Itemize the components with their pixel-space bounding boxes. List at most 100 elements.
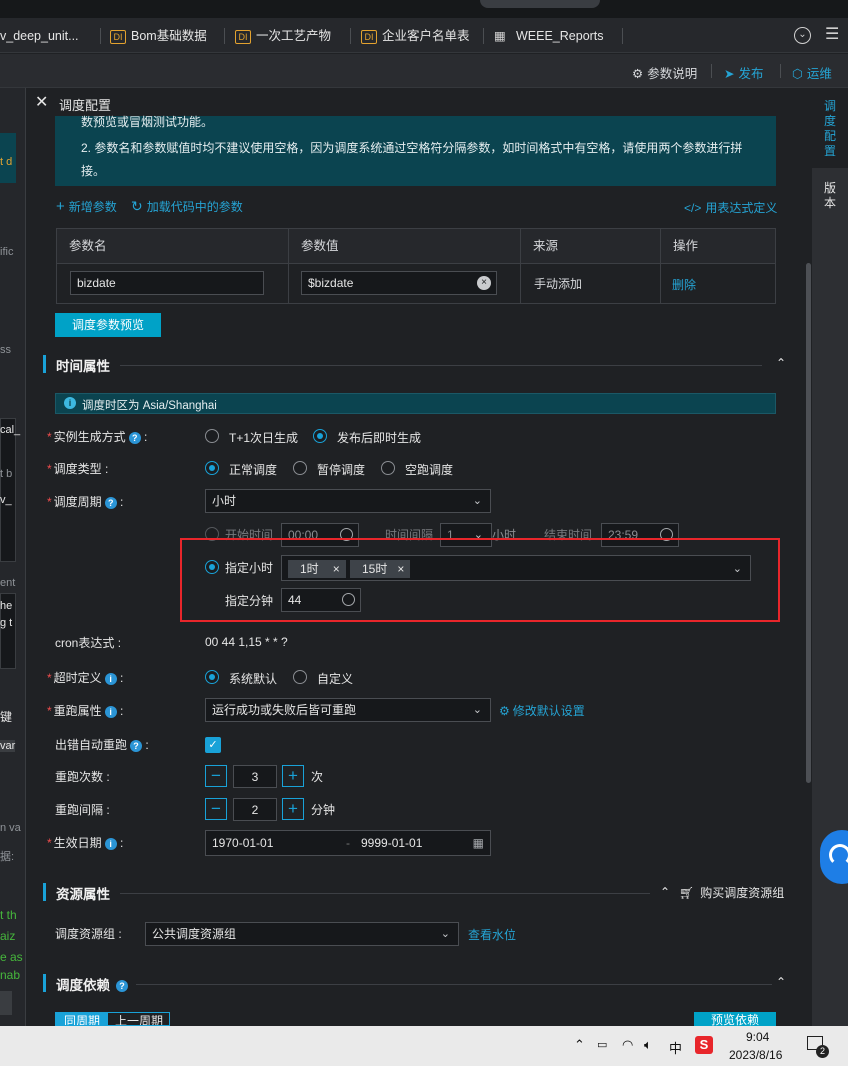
tab-same-period[interactable]: 同周期 [56, 1013, 108, 1025]
decrement-button[interactable]: − [205, 765, 227, 787]
editor-fragment: nab [0, 968, 21, 982]
help-icon: i [104, 837, 117, 850]
speaker-icon[interactable]: 🔈︎ [644, 1037, 652, 1053]
expression-define-label: 用表达式定义 [705, 201, 778, 215]
auto-rerun-checkbox[interactable]: ✓ [205, 737, 221, 753]
collapse-icon[interactable]: ⌃ [776, 356, 786, 370]
help-icon: ? [116, 980, 128, 993]
action-toolbar: ⚙ 参数说明 ➤ 发布 ⬡ 运维 [0, 54, 848, 88]
editor-fragment: 据: [0, 851, 15, 863]
section-divider [120, 893, 650, 894]
table-divider [520, 229, 521, 303]
sogou-icon[interactable]: S [695, 1036, 713, 1054]
editor-fragment: ific [0, 246, 14, 258]
rerun-interval-input[interactable]: 2 [233, 798, 277, 821]
rerun-count-unit: 次 [311, 770, 324, 784]
tab-item[interactable]: DI 企业客户名单表 [361, 26, 470, 46]
modify-default-button[interactable]: ⚙ 修改默认设置 [499, 702, 585, 719]
help-icon: ? [128, 431, 141, 444]
di-icon: DI [361, 29, 377, 44]
close-icon[interactable]: ✕ [35, 92, 48, 112]
collapse-icon[interactable]: ⌃ [776, 975, 786, 989]
editor-box [0, 991, 12, 1015]
radio-paused[interactable] [293, 461, 307, 475]
timezone-text: 调度时区为 Asia/Shanghai [82, 400, 217, 412]
radio-normal[interactable] [205, 461, 219, 475]
radio-system-default-label: 系统默认 [229, 672, 278, 686]
tab-item[interactable]: ▦ WEEE_Reports [494, 26, 604, 46]
radio-dryrun[interactable] [381, 461, 395, 475]
editor-fragment: t d [0, 156, 13, 168]
preview-dependency-button[interactable]: 预览依赖 [694, 1012, 776, 1026]
wifi-icon[interactable]: ◠ [622, 1037, 633, 1053]
instance-gen-label: * 实例生成方式? : [47, 430, 148, 444]
radio-custom[interactable] [293, 670, 307, 684]
tab-item[interactable]: DI Bom基础数据 [110, 26, 207, 46]
rail-tab-schedule[interactable]: 调度配置 [824, 99, 838, 159]
publish-button[interactable]: ➤ 发布 [724, 63, 764, 82]
cycle-select[interactable]: 小时 ⌄ [205, 489, 491, 513]
expression-define-button[interactable]: </> 用表达式定义 [684, 199, 777, 216]
editor-fragment: t th [0, 908, 17, 922]
plus-icon: + [56, 198, 65, 215]
load-params-button[interactable]: ↻ 加载代码中的参数 [131, 198, 243, 215]
rerun-select[interactable]: 运行成功或失败后皆可重跑 ⌄ [205, 698, 491, 722]
table-header: 来源 [521, 229, 660, 263]
timezone-banner: i 调度时区为 Asia/Shanghai [55, 393, 776, 414]
radio-paused-label: 暂停调度 [317, 463, 366, 477]
increment-button[interactable]: + [282, 798, 304, 820]
table-row-divider [57, 263, 775, 264]
radio-immediate[interactable] [313, 429, 327, 443]
menu-icon[interactable]: ☰ [825, 24, 839, 44]
refresh-icon: ↻ [131, 198, 143, 214]
rerun-interval-label: 重跑间隔 : [55, 803, 110, 817]
collapse-icon[interactable]: ⌃ [660, 885, 670, 899]
ops-button[interactable]: ⬡ 运维 [792, 63, 832, 82]
toolbar-divider [711, 64, 712, 78]
help-icon: i [104, 672, 117, 685]
help-float-button[interactable] [820, 830, 848, 884]
code-editor-pane: t d ific ss cal_ t b v_ ent he g t 键 var… [0, 88, 26, 1026]
effective-date-label: * 生效日期 i : [47, 836, 124, 850]
editor-fragment: cal_ [0, 424, 21, 436]
tab-prev-period[interactable]: 上一周期 [109, 1013, 169, 1025]
view-watermark-link[interactable]: 查看水位 [468, 926, 516, 943]
notice-text: 2. 参数名和参数赋值时均不建议使用空格，因为调度系统通过空格符分隔参数，如时间… [81, 141, 743, 155]
radio-t1[interactable] [205, 429, 219, 443]
decrement-button[interactable]: − [205, 798, 227, 820]
calendar-icon[interactable]: ▦ [473, 831, 484, 855]
radio-system-default[interactable] [205, 670, 219, 684]
rail-tab-version[interactable]: 版本 [824, 181, 838, 211]
tab-item[interactable]: DI 一次工艺产物 [235, 26, 331, 46]
chevron-down-icon: ⌄ [472, 704, 482, 716]
param-preview-button[interactable]: 调度参数预览 [55, 313, 161, 337]
ops-icon: ⬡ [792, 67, 803, 81]
add-param-button[interactable]: + 新增参数 [56, 198, 117, 215]
buy-group-button[interactable]: 🛒︎ 购买调度资源组 [679, 884, 784, 901]
section-divider [120, 365, 762, 366]
editor-fragment: aiz [0, 929, 16, 943]
notice-text: 接。 [81, 164, 106, 178]
increment-button[interactable]: + [282, 765, 304, 787]
editor-fragment: v_ [0, 494, 12, 506]
chevron-down-icon[interactable]: ⌄ [794, 27, 811, 44]
param-doc-button[interactable]: ⚙ 参数说明 [632, 63, 697, 82]
effective-date-range[interactable]: 1970-01-01 - 9999-01-01 ▦ [205, 830, 491, 856]
resource-group-label: 调度资源组 : [55, 927, 122, 941]
clock-date: 2023/8/16 [729, 1048, 783, 1062]
clear-icon[interactable]: × [477, 276, 491, 290]
battery-icon[interactable]: ▭ [597, 1038, 607, 1051]
scrollbar-thumb[interactable] [806, 263, 811, 783]
rerun-count-input[interactable]: 3 [233, 765, 277, 788]
param-name-input[interactable]: bizdate [70, 271, 264, 295]
effective-end: 9999-01-01 [361, 836, 423, 850]
ime-indicator[interactable]: 中 [669, 1038, 682, 1057]
chevron-up-icon[interactable]: ⌃ [574, 1037, 585, 1053]
notification-pill [480, 0, 600, 8]
tab-item[interactable]: v_deep_unit... [0, 26, 79, 46]
tab-label: v_deep_unit... [0, 29, 79, 43]
param-value-input[interactable]: $bizdate × [301, 271, 497, 295]
cron-value: 00 44 1,15 * * ? [205, 635, 288, 649]
delete-param-link[interactable]: 删除 [672, 276, 696, 293]
resource-group-select[interactable]: 公共调度资源组 ⌄ [145, 922, 459, 946]
